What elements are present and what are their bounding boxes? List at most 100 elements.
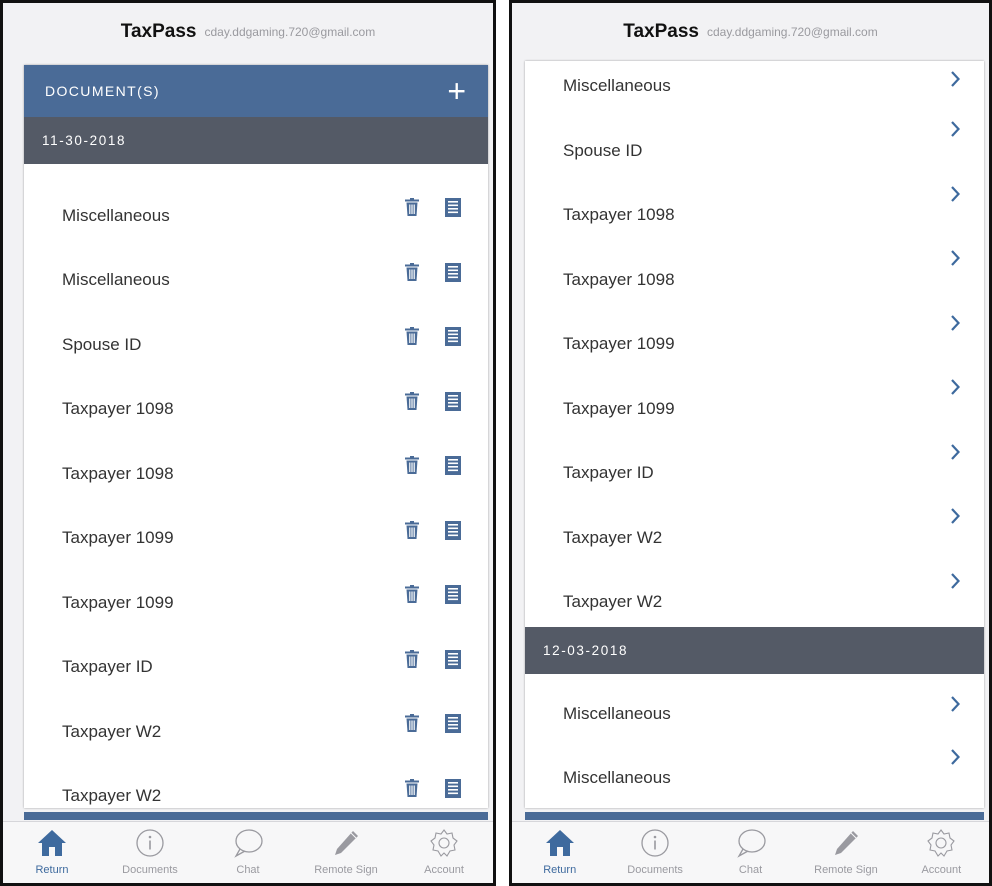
documents-card: Miscellaneous Spouse ID Taxpayer 1098 Ta… [525, 61, 984, 808]
next-section-header [525, 812, 984, 820]
document-row[interactable]: Miscellaneous [525, 674, 984, 739]
trash-icon[interactable] [405, 520, 419, 540]
document-row[interactable]: Taxpayer 1099 [525, 369, 984, 434]
document-row[interactable]: Miscellaneous [24, 178, 488, 243]
document-label: Taxpayer 1099 [62, 528, 174, 547]
chevron-right-icon [951, 443, 960, 460]
document-label: Miscellaneous [62, 270, 170, 289]
document-view-icon[interactable] [445, 778, 461, 798]
document-row[interactable]: Miscellaneous [24, 243, 488, 308]
documents-card: DOCUMENT(S) + 11-30-2018 Miscellaneous M… [24, 65, 488, 808]
app-header: TaxPass cday.ddgaming.720@gmail.com [3, 3, 493, 61]
tab-account[interactable]: Account [894, 828, 989, 876]
document-view-icon[interactable] [445, 520, 461, 540]
document-label: Taxpayer W2 [62, 786, 162, 805]
tab-label: Remote Sign [814, 864, 878, 876]
document-list: Miscellaneous Spouse ID Taxpayer 1098 Ta… [525, 61, 984, 627]
date-header: 12-03-2018 [525, 627, 984, 674]
document-list: Miscellaneous Miscellaneous Spouse ID Ta… [24, 164, 488, 808]
document-row[interactable]: Taxpayer 1099 [24, 565, 488, 630]
document-view-icon[interactable] [445, 456, 461, 475]
trash-icon[interactable] [405, 649, 419, 669]
document-label: Spouse ID [563, 140, 643, 160]
document-row[interactable]: Spouse ID [24, 307, 488, 372]
chevron-right-icon [951, 696, 960, 712]
tab-return[interactable]: Return [512, 828, 607, 876]
document-row[interactable]: Miscellaneous [525, 739, 984, 804]
user-email: cday.ddgaming.720@gmail.com [204, 25, 376, 39]
tab-chat[interactable]: Chat [703, 828, 798, 876]
document-label: Taxpayer W2 [563, 527, 663, 547]
tab-label: Remote Sign [314, 864, 378, 876]
document-view-icon[interactable] [445, 714, 461, 733]
document-row[interactable]: Miscellaneous [525, 61, 984, 111]
document-row[interactable]: Taxpayer W2 [24, 694, 488, 759]
user-email: cday.ddgaming.720@gmail.com [706, 25, 878, 39]
next-section-header [24, 812, 488, 820]
document-label: Taxpayer W2 [62, 721, 162, 741]
document-row[interactable]: Spouse ID [525, 111, 984, 176]
chat-bubble-icon [233, 828, 263, 858]
documents-header: DOCUMENT(S) + [24, 65, 488, 117]
trash-icon[interactable] [405, 714, 419, 733]
document-view-icon[interactable] [445, 327, 461, 346]
document-label: Taxpayer 1098 [62, 463, 174, 483]
document-label: Taxpayer W2 [563, 592, 663, 611]
tab-label: Account [424, 864, 464, 876]
tab-label: Chat [236, 864, 260, 876]
trash-icon[interactable] [405, 585, 419, 604]
plus-icon[interactable]: + [447, 75, 466, 107]
document-row[interactable]: Taxpayer 1098 [525, 176, 984, 241]
chevron-right-icon [951, 121, 960, 137]
app-name: TaxPass [623, 21, 699, 42]
trash-icon[interactable] [405, 778, 419, 798]
document-row[interactable]: Taxpayer 1099 [525, 305, 984, 370]
trash-icon[interactable] [405, 391, 419, 411]
document-row[interactable]: Taxpayer 1099 [24, 501, 488, 566]
document-view-icon[interactable] [445, 585, 461, 604]
document-label: Taxpayer 1099 [563, 398, 675, 418]
pencil-icon [331, 828, 361, 858]
tab-documents[interactable]: Documents [607, 828, 702, 876]
tab-remote-sign[interactable]: Remote Sign [798, 828, 893, 876]
document-row[interactable]: Taxpayer 1098 [24, 372, 488, 437]
document-label: Spouse ID [62, 334, 142, 354]
right-screen: TaxPass cday.ddgaming.720@gmail.com Misc… [509, 0, 992, 886]
document-label: Miscellaneous [563, 76, 671, 95]
tab-documents[interactable]: Documents [102, 828, 198, 876]
chevron-right-icon [951, 71, 960, 87]
document-view-icon[interactable] [445, 262, 461, 282]
trash-icon[interactable] [405, 456, 419, 475]
tab-remote-sign[interactable]: Remote Sign [298, 828, 394, 876]
home-icon [545, 828, 575, 858]
document-row[interactable]: Taxpayer W2 [525, 563, 984, 628]
date-header: 11-30-2018 [24, 117, 488, 164]
document-view-icon[interactable] [445, 391, 461, 411]
left-screen: TaxPass cday.ddgaming.720@gmail.com DOCU… [0, 0, 496, 886]
document-label: Miscellaneous [563, 703, 671, 723]
chevron-right-icon [951, 748, 960, 765]
document-label: Miscellaneous [62, 205, 170, 225]
trash-icon[interactable] [405, 327, 419, 346]
tab-chat[interactable]: Chat [200, 828, 296, 876]
tab-return[interactable]: Return [4, 828, 100, 876]
document-label: Taxpayer 1099 [563, 334, 675, 353]
document-row[interactable]: Taxpayer W2 [525, 498, 984, 563]
document-row[interactable]: Taxpayer 1098 [525, 240, 984, 305]
document-row[interactable]: Taxpayer W2 [24, 759, 488, 809]
document-row[interactable]: Taxpayer ID [24, 630, 488, 695]
trash-icon[interactable] [405, 262, 419, 282]
document-view-icon[interactable] [445, 649, 461, 669]
document-row[interactable]: Taxpayer 1098 [24, 436, 488, 501]
document-list: Miscellaneous Miscellaneous [525, 674, 984, 803]
document-row[interactable]: Taxpayer ID [525, 434, 984, 499]
trash-icon[interactable] [405, 198, 419, 217]
document-label: Taxpayer ID [62, 657, 153, 676]
tab-label: Return [35, 864, 69, 876]
home-icon [37, 828, 67, 858]
tab-account[interactable]: Account [396, 828, 492, 876]
chat-bubble-icon [736, 828, 766, 858]
tab-label: Documents [122, 864, 178, 876]
document-label: Miscellaneous [563, 768, 671, 787]
document-view-icon[interactable] [445, 198, 461, 217]
